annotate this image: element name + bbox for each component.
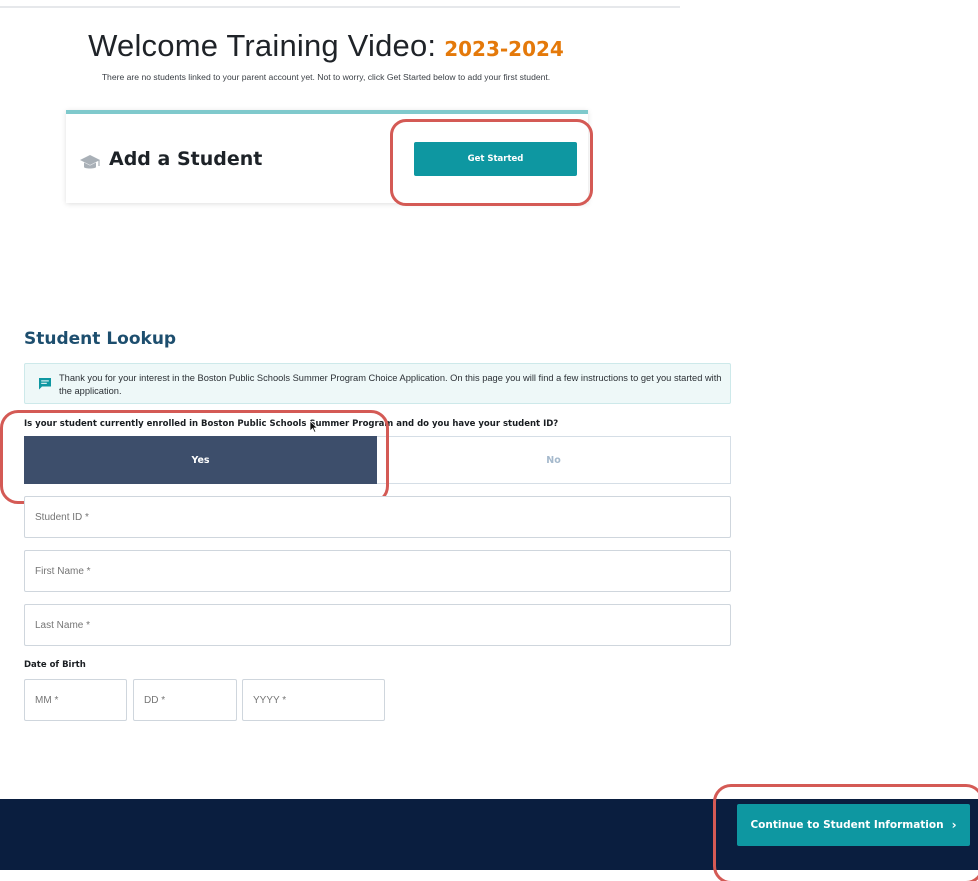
enrollment-question: Is your student currently enrolled in Bo… xyxy=(24,419,559,429)
info-box: Thank you for your interest in the Bosto… xyxy=(24,363,731,404)
chat-message-icon xyxy=(39,378,51,390)
first-name-input[interactable] xyxy=(24,550,731,592)
add-student-card: Add a Student Get Started xyxy=(66,110,588,203)
top-divider xyxy=(0,6,680,8)
info-text: Thank you for your interest in the Bosto… xyxy=(59,373,722,396)
mouse-cursor-icon xyxy=(309,420,318,433)
add-student-title: Add a Student xyxy=(109,148,263,170)
chevron-right-icon: › xyxy=(951,818,957,832)
dob-label: Date of Birth xyxy=(24,660,86,670)
continue-to-student-information-button[interactable]: Continue to Student Information › xyxy=(737,804,970,846)
welcome-title-text: Welcome Training Video: xyxy=(88,28,437,63)
get-started-button[interactable]: Get Started xyxy=(414,142,577,176)
welcome-subtitle: There are no students linked to your par… xyxy=(101,72,551,82)
welcome-title: Welcome Training Video: 2023-2024 xyxy=(0,26,652,64)
choice-no-button[interactable]: No xyxy=(377,436,731,484)
continue-label: Continue to Student Information xyxy=(750,819,944,831)
choice-yes-button[interactable]: Yes xyxy=(24,436,377,484)
graduation-cap-icon xyxy=(80,155,100,169)
dob-day-input[interactable] xyxy=(133,679,237,721)
dob-month-input[interactable] xyxy=(24,679,127,721)
last-name-input[interactable] xyxy=(24,604,731,646)
student-lookup-title: Student Lookup xyxy=(24,329,177,349)
dob-year-input[interactable] xyxy=(242,679,385,721)
welcome-year: 2023-2024 xyxy=(444,37,564,61)
student-id-input[interactable] xyxy=(24,496,731,538)
